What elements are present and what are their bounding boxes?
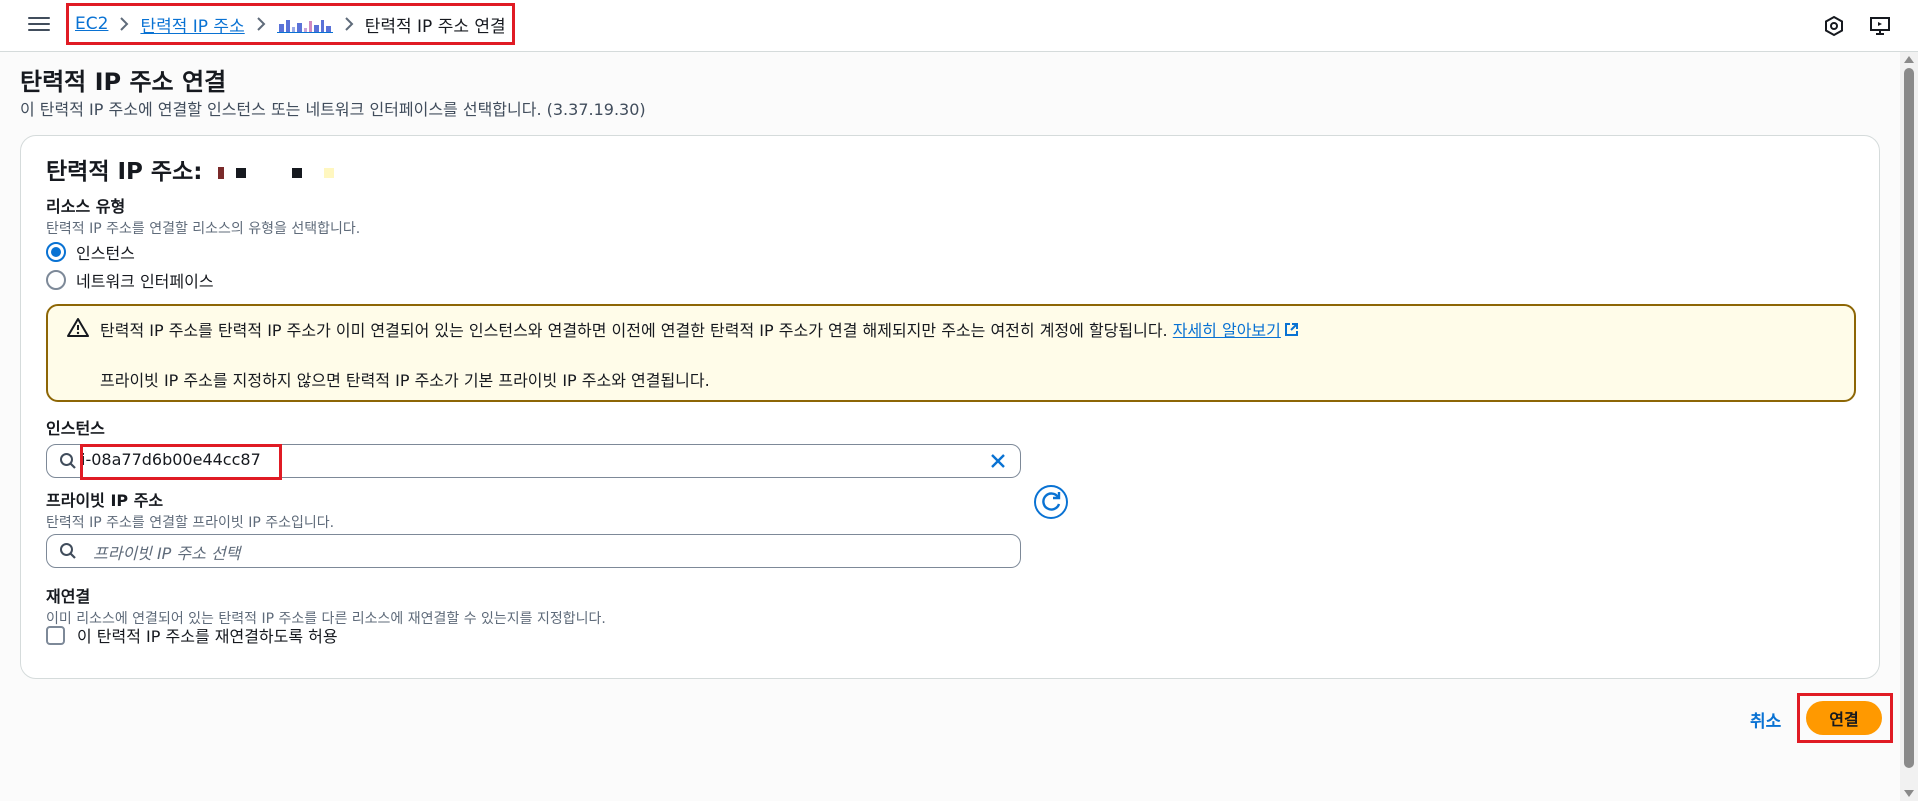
refresh-icon[interactable] xyxy=(1033,484,1069,520)
alert-text-line2: 프라이빗 IP 주소를 지정하지 않으면 탄력적 IP 주소가 기본 프라이빗 … xyxy=(100,371,710,390)
search-icon xyxy=(59,542,77,560)
reassociate-checkbox[interactable] xyxy=(46,625,65,645)
breadcrumb-ec2[interactable]: EC2 xyxy=(75,14,108,34)
private-ip-select[interactable]: 프라이빗 IP 주소 선택 xyxy=(46,534,1021,568)
reassociate-option[interactable]: 이 탄력적 IP 주소를 재연결하도록 허용 xyxy=(46,623,338,647)
scroll-down-arrow-icon[interactable] xyxy=(1904,790,1914,797)
learn-more-link[interactable]: 자세히 알아보기 xyxy=(1173,321,1281,340)
breadcrumb-current: 탄력적 IP 주소 연결 xyxy=(364,16,506,37)
page-description: 이 탄력적 IP 주소에 연결할 인스턴스 또는 네트워크 인터페이스를 선택합… xyxy=(20,100,646,119)
settings-hexagon-icon[interactable] xyxy=(1822,14,1846,38)
warning-alert: 탄력적 IP 주소를 탄력적 IP 주소가 이미 연결되어 있는 인스턴스와 연… xyxy=(46,304,1856,402)
radio-button-instance[interactable] xyxy=(46,242,66,262)
private-ip-description: 탄력적 IP 주소를 연결할 프라이빗 IP 주소입니다. xyxy=(46,515,335,531)
private-ip-placeholder: 프라이빗 IP 주소 선택 xyxy=(93,544,241,563)
radio-label-instance: 인스턴스 xyxy=(76,244,135,263)
alert-message: 탄력적 IP 주소를 탄력적 IP 주소가 이미 연결되어 있는 인스턴스와 연… xyxy=(100,321,1173,340)
warning-icon xyxy=(67,317,89,339)
chevron-right-icon xyxy=(255,17,267,31)
page-title: 탄력적 IP 주소 연결 xyxy=(20,68,227,96)
breadcrumb-redacted-link[interactable] xyxy=(276,15,333,33)
card-title-text: 탄력적 IP 주소: xyxy=(46,159,211,185)
chevron-right-icon xyxy=(118,17,130,31)
redacted-ip-value xyxy=(218,166,335,179)
chevron-right-icon xyxy=(343,17,355,31)
breadcrumb-elastic-ip[interactable]: 탄력적 IP 주소 xyxy=(140,12,244,37)
screen-share-icon[interactable] xyxy=(1868,14,1892,38)
radio-button-network-interface[interactable] xyxy=(46,270,66,290)
radio-option-network-interface[interactable]: 네트워크 인터페이스 xyxy=(46,268,214,292)
external-link-icon[interactable] xyxy=(1284,322,1299,341)
search-icon xyxy=(59,452,77,470)
scroll-thumb[interactable] xyxy=(1904,68,1914,768)
reassociate-label: 재연결 xyxy=(46,587,91,606)
clear-icon[interactable] xyxy=(988,451,1008,471)
top-bar: EC2 탄력적 IP 주소 탄력적 IP 주소 연결 xyxy=(0,0,1918,52)
instance-label: 인스턴스 xyxy=(46,419,105,438)
radio-option-instance[interactable]: 인스턴스 xyxy=(46,240,135,264)
radio-label-network-interface: 네트워크 인터페이스 xyxy=(76,272,214,291)
connect-button[interactable]: 연결 xyxy=(1806,701,1882,735)
private-ip-label: 프라이빗 IP 주소 xyxy=(46,491,164,510)
cancel-button[interactable]: 취소 xyxy=(1750,707,1781,732)
form-card: 탄력적 IP 주소: 리소스 유형 탄력적 IP 주소를 연결할 리소스의 유형… xyxy=(20,135,1880,679)
resource-type-label: 리소스 유형 xyxy=(46,197,126,216)
card-title: 탄력적 IP 주소: xyxy=(46,152,335,186)
breadcrumb: EC2 탄력적 IP 주소 탄력적 IP 주소 연결 xyxy=(66,3,515,45)
instance-input-value[interactable]: i-08a77d6b00e44cc87 xyxy=(81,450,261,469)
scroll-up-arrow-icon[interactable] xyxy=(1904,56,1914,63)
vertical-scrollbar[interactable] xyxy=(1900,52,1918,801)
menu-icon[interactable] xyxy=(28,13,50,35)
alert-text-line1: 탄력적 IP 주소를 탄력적 IP 주소가 이미 연결되어 있는 인스턴스와 연… xyxy=(100,317,1299,341)
refresh-button[interactable] xyxy=(1033,484,1069,520)
page-content: 탄력적 IP 주소 연결 이 탄력적 IP 주소에 연결할 인스턴스 또는 네트… xyxy=(0,52,1900,801)
instance-search-input[interactable]: i-08a77d6b00e44cc87 xyxy=(46,444,1021,478)
resource-type-description: 탄력적 IP 주소를 연결할 리소스의 유형을 선택합니다. xyxy=(46,221,361,237)
reassociate-checkbox-label: 이 탄력적 IP 주소를 재연결하도록 허용 xyxy=(77,627,338,646)
